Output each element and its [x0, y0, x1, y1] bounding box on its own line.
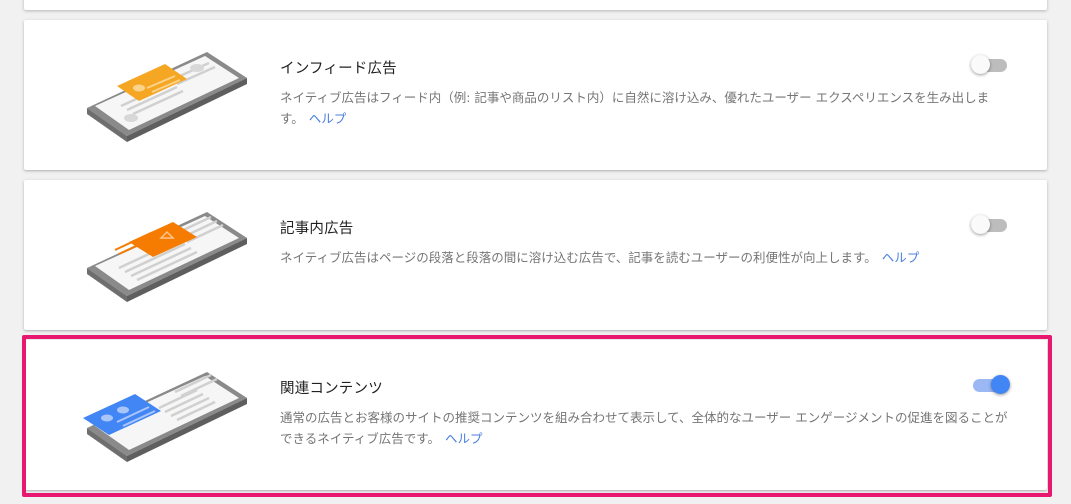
infeed-ads-toggle[interactable] — [971, 53, 1009, 75]
related-content-help-link[interactable]: ヘルプ — [445, 431, 483, 446]
toggle-knob — [991, 375, 1010, 394]
previous-card-edge — [24, 0, 1047, 10]
toggle-knob — [971, 215, 990, 234]
in-article-ads-title: 記事内広告 — [280, 221, 354, 237]
related-content-title: 関連コンテンツ — [280, 381, 383, 397]
infeed-ads-card: インフィード広告 ネイティブ広告はフィード内（例: 記事や商品のリスト内）に自然… — [24, 20, 1047, 170]
phone-in-article-illustration — [87, 212, 247, 302]
phone-infeed-illustration — [87, 52, 247, 142]
in-article-ads-toggle[interactable] — [971, 213, 1009, 235]
related-content-card: 関連コンテンツ 通常の広告とお客様のサイトの推奨コンテンツを組み合わせて表示して… — [24, 340, 1047, 490]
infeed-ads-description-text: ネイティブ広告はフィード内（例: 記事や商品のリスト内）に自然に溶け込み、優れた… — [280, 90, 990, 126]
infeed-ads-title: インフィード広告 — [280, 61, 397, 77]
in-article-ads-help-link[interactable]: ヘルプ — [882, 250, 920, 265]
phone-related-content-illustration — [83, 372, 247, 462]
infeed-ads-help-link[interactable]: ヘルプ — [309, 111, 347, 126]
related-content-toggle[interactable] — [971, 373, 1010, 395]
in-article-ads-description-text: ネイティブ広告はページの段落と段落の間に溶け込む広告で、記事を読むユーザーの利便… — [280, 250, 877, 265]
in-article-ads-description: ネイティブ広告はページの段落と段落の間に溶け込む広告で、記事を読むユーザーの利便… — [280, 247, 1010, 268]
toggle-knob — [971, 55, 990, 74]
infeed-ads-description: ネイティブ広告はフィード内（例: 記事や商品のリスト内）に自然に溶け込み、優れた… — [280, 87, 1010, 129]
related-content-description: 通常の広告とお客様のサイトの推奨コンテンツを組み合わせて表示して、全体的なユーザ… — [280, 407, 1010, 449]
in-article-ads-card: 記事内広告 ネイティブ広告はページの段落と段落の間に溶け込む広告で、記事を読むユ… — [24, 180, 1047, 330]
related-content-description-text: 通常の広告とお客様のサイトの推奨コンテンツを組み合わせて表示して、全体的なユーザ… — [280, 410, 1008, 446]
